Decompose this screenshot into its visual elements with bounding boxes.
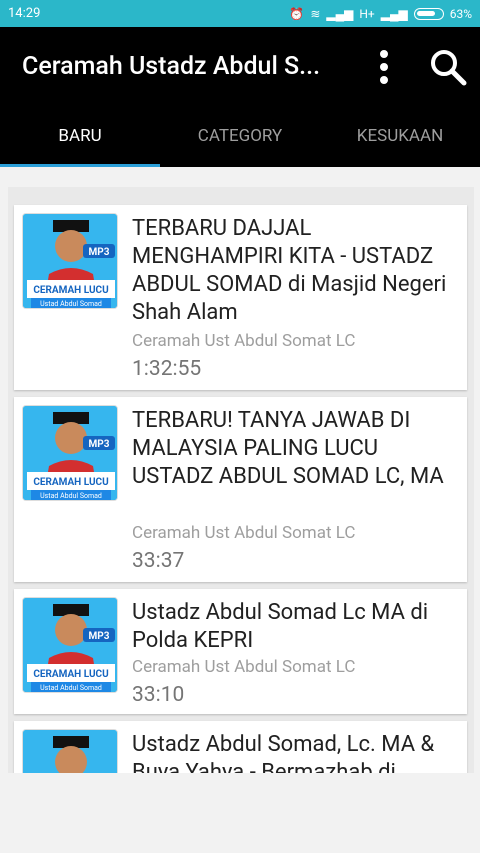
video-thumbnail: MP3 CERAMAH LUCU Ustad Abdul Somad <box>22 405 118 501</box>
status-time: 14:29 <box>8 6 41 21</box>
svg-text:CERAMAH LUCU: CERAMAH LUCU <box>33 477 109 488</box>
video-thumbnail: MP3 CERAMAH LUCU Ustad Abdul Somad <box>22 213 118 309</box>
list-item[interactable]: MP3 CERAMAH LUCU Ustad Abdul Somad Ustad… <box>14 589 467 714</box>
status-icons: ⏰ ≋ ▂▄▆ H+ ▂▄▆ 63% <box>289 7 472 21</box>
svg-text:Ustad Abdul Somad: Ustad Abdul Somad <box>40 492 102 500</box>
video-channel: Ceramah Ust Abdul Somat LC <box>132 523 356 543</box>
svg-text:MP3: MP3 <box>89 247 110 258</box>
signal-icon: ▂▄▆ <box>326 6 354 21</box>
network-type: H+ <box>359 6 375 21</box>
alarm-icon: ⏰ <box>289 6 305 21</box>
more-dot <box>380 63 388 71</box>
video-duration: 33:10 <box>132 683 185 707</box>
video-list[interactable]: MP3 CERAMAH LUCU Ustad Abdul Somad TERBA… <box>8 187 474 773</box>
svg-text:Ustad Abdul Somad: Ustad Abdul Somad <box>40 300 102 308</box>
list-item[interactable]: MP3 CERAMAH LUCU Ustad Abdul Somad TERBA… <box>14 205 467 390</box>
video-title: Ustadz Abdul Somad Lc MA di Polda KEPRI <box>132 600 429 653</box>
app-title: Ceramah Ustadz Abdul S... <box>22 51 321 81</box>
more-dot <box>380 50 388 58</box>
svg-text:MP3: MP3 <box>89 439 110 450</box>
content-area: MP3 CERAMAH LUCU Ustad Abdul Somad TERBA… <box>0 167 480 853</box>
video-duration: 33:37 <box>132 549 185 573</box>
status-bar: 14:29 ⏰ ≋ ▂▄▆ H+ ▂▄▆ 63% <box>0 0 480 27</box>
svg-text:CERAMAH LUCU: CERAMAH LUCU <box>33 285 109 296</box>
battery-icon <box>413 7 444 20</box>
list-item[interactable]: MP3 CERAMAH LUCU Ustad Abdul Somad TERBA… <box>14 397 467 582</box>
app-bar: Ceramah Ustadz Abdul S... <box>0 27 480 105</box>
svg-text:MP3: MP3 <box>89 631 110 642</box>
signal-icon-2: ▂▄▆ <box>380 6 408 21</box>
tab-bar: BARU CATEGORY KESUKAAN <box>0 105 480 167</box>
tab-category[interactable]: CATEGORY <box>160 105 320 167</box>
more-options-button[interactable] <box>372 45 396 89</box>
list-item[interactable]: Ustadz Abdul Somad, Lc. MA & Buya Yahya … <box>14 721 467 773</box>
battery-level: 63% <box>449 6 472 21</box>
video-thumbnail: MP3 CERAMAH LUCU Ustad Abdul Somad <box>22 597 118 693</box>
video-duration: 1:32:55 <box>132 357 202 381</box>
search-button[interactable] <box>428 47 468 87</box>
svg-text:CERAMAH LUCU: CERAMAH LUCU <box>33 669 109 680</box>
video-channel: Ceramah Ust Abdul Somat LC <box>132 657 356 677</box>
video-channel: Ceramah Ust Abdul Somat LC <box>132 331 356 351</box>
wifi-icon: ≋ <box>310 6 321 21</box>
video-title: Ustadz Abdul Somad, Lc. MA & Buya Yahya … <box>132 732 435 773</box>
video-title: TERBARU DAJJAL MENGHAMPIRI KITA - USTADZ… <box>132 216 447 325</box>
search-icon <box>431 50 467 86</box>
tab-kesukaan[interactable]: KESUKAAN <box>320 105 480 167</box>
tab-baru[interactable]: BARU <box>0 105 160 167</box>
svg-text:Ustad Abdul Somad: Ustad Abdul Somad <box>40 684 102 692</box>
more-dot <box>380 76 388 84</box>
video-title: TERBARU! TANYA JAWAB DI MALAYSIA PALING … <box>132 408 444 489</box>
video-thumbnail <box>22 729 118 773</box>
